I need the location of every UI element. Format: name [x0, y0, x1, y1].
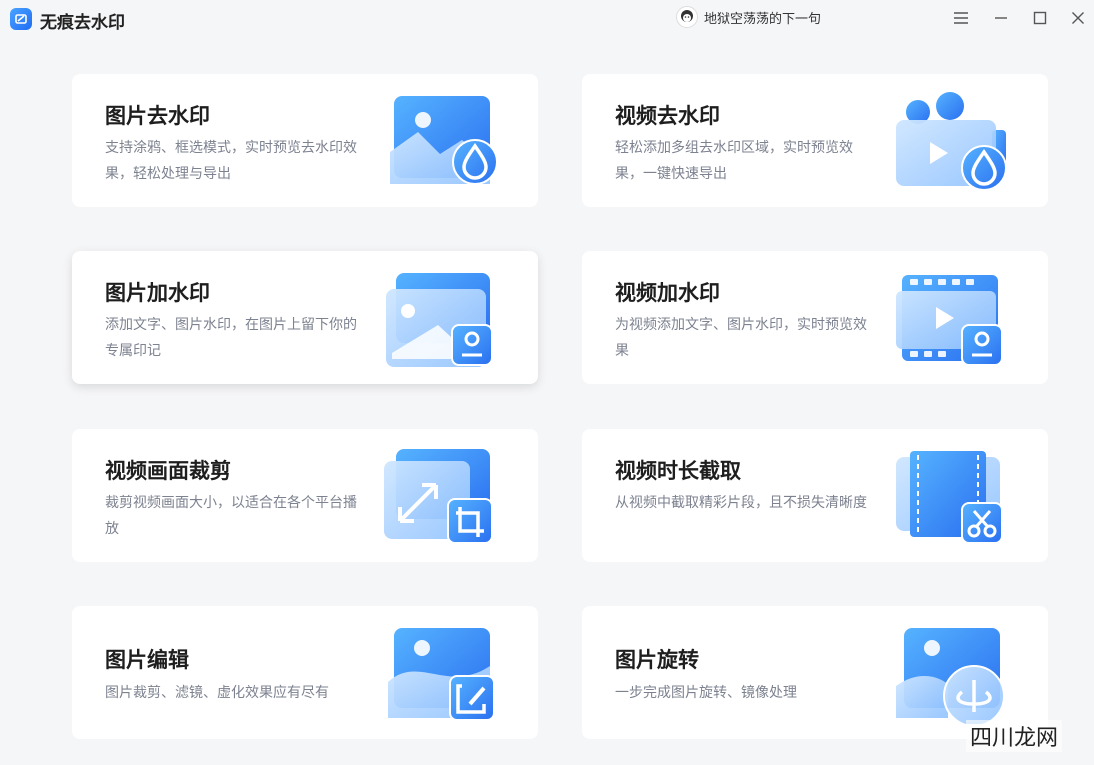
avatar[interactable]: [676, 6, 698, 28]
image-rotate-icon: [888, 624, 1008, 727]
card-title: 图片去水印: [105, 104, 210, 128]
card-title: 视频时长截取: [615, 459, 741, 483]
card-description: 支持涂鸦、框选模式，实时预览去水印效果，轻松处理与导出: [105, 140, 357, 182]
card-title: 视频画面裁剪: [105, 459, 231, 483]
video-crop-icon: [378, 447, 498, 547]
card-video-add-watermark[interactable]: 视频加水印 为视频添加文字、图片水印，实时预览效果: [582, 251, 1048, 384]
card-description: 添加文字、图片水印，在图片上留下你的专属印记: [105, 317, 357, 359]
app-logo-icon: [10, 8, 32, 30]
image-add-watermark-icon: [378, 269, 498, 369]
card-title: 图片加水印: [105, 281, 210, 305]
card-title: 图片编辑: [105, 648, 189, 672]
card-video-crop[interactable]: 视频画面裁剪 裁剪视频画面大小，以适合在各个平台播放: [72, 429, 538, 562]
card-description: 从视频中截取精彩片段，且不损失清晰度: [615, 495, 867, 511]
user-name[interactable]: 地狱空荡荡的下一句: [704, 8, 821, 27]
card-description: 裁剪视频画面大小，以适合在各个平台播放: [105, 495, 357, 537]
minimize-icon[interactable]: [988, 6, 1014, 30]
card-description: 轻松添加多组去水印区域，实时预览效果，一键快速导出: [615, 140, 853, 182]
card-title: 视频加水印: [615, 281, 720, 305]
card-image-add-watermark[interactable]: 图片加水印 添加文字、图片水印，在图片上留下你的专属印记: [72, 251, 538, 384]
image-edit-icon: [378, 624, 498, 724]
image-remove-watermark-icon: [378, 92, 498, 192]
close-icon[interactable]: [1065, 6, 1091, 30]
watermark-text: 四川龙网: [966, 720, 1063, 752]
maximize-icon[interactable]: [1027, 6, 1053, 30]
card-image-edit[interactable]: 图片编辑 图片裁剪、滤镜、虚化效果应有尽有: [72, 606, 538, 739]
card-title: 图片旋转: [615, 648, 699, 672]
menu-icon[interactable]: [948, 6, 974, 30]
video-add-watermark-icon: [888, 269, 1008, 369]
card-image-remove-watermark[interactable]: 图片去水印 支持涂鸦、框选模式，实时预览去水印效果，轻松处理与导出: [72, 74, 538, 207]
user-profile[interactable]: 地狱空荡荡的下一句: [676, 6, 821, 28]
title-bar: 无痕去水印 地狱空荡荡的下一句: [0, 0, 1094, 38]
card-description: 一步完成图片旋转、镜像处理: [615, 685, 797, 701]
card-video-trim[interactable]: 视频时长截取 从视频中截取精彩片段，且不损失清晰度: [582, 429, 1048, 562]
card-description: 为视频添加文字、图片水印，实时预览效果: [615, 317, 867, 359]
card-title: 视频去水印: [615, 104, 720, 128]
card-description: 图片裁剪、滤镜、虚化效果应有尽有: [105, 685, 329, 701]
video-remove-watermark-icon: [888, 92, 1008, 192]
app-title: 无痕去水印: [40, 13, 125, 33]
video-trim-icon: [888, 447, 1008, 547]
card-video-remove-watermark[interactable]: 视频去水印 轻松添加多组去水印区域，实时预览效果，一键快速导出: [582, 74, 1048, 207]
